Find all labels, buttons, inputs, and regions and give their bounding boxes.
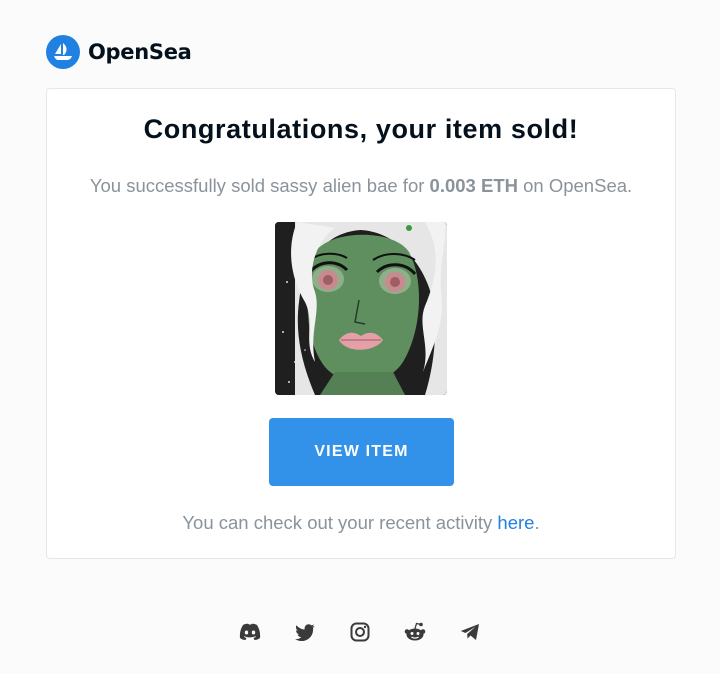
email-page: OpenSea Congratulations, your item sold!… xyxy=(0,0,720,674)
sale-message-prefix: You successfully sold sassy alien bae fo… xyxy=(89,175,430,196)
sale-message-suffix: on OpenSea. xyxy=(517,175,633,196)
item-image[interactable] xyxy=(275,222,447,395)
discord-icon[interactable] xyxy=(238,620,262,644)
activity-suffix: . xyxy=(534,512,540,533)
instagram-icon[interactable] xyxy=(348,620,372,644)
sale-notification-card: Congratulations, your item sold! You suc… xyxy=(46,88,676,559)
opensea-logo-icon[interactable] xyxy=(46,35,80,69)
activity-here-link[interactable]: here xyxy=(497,512,534,533)
social-links xyxy=(0,620,720,644)
view-item-button[interactable]: VIEW ITEM xyxy=(269,418,454,486)
recent-activity-text: You can check out your recent activity h… xyxy=(47,512,675,534)
telegram-icon[interactable] xyxy=(458,620,482,644)
card-title: Congratulations, your item sold! xyxy=(143,114,579,144)
header: OpenSea xyxy=(46,35,192,69)
brand-name[interactable]: OpenSea xyxy=(88,40,192,64)
nft-artwork-green-alien xyxy=(275,222,447,395)
twitter-icon[interactable] xyxy=(293,620,317,644)
sale-price: 0.003 ETH xyxy=(429,175,518,196)
reddit-icon[interactable] xyxy=(403,620,427,644)
activity-prefix: You can check out your recent activity xyxy=(182,512,498,533)
sale-message: You successfully sold sassy alien bae fo… xyxy=(47,175,675,197)
